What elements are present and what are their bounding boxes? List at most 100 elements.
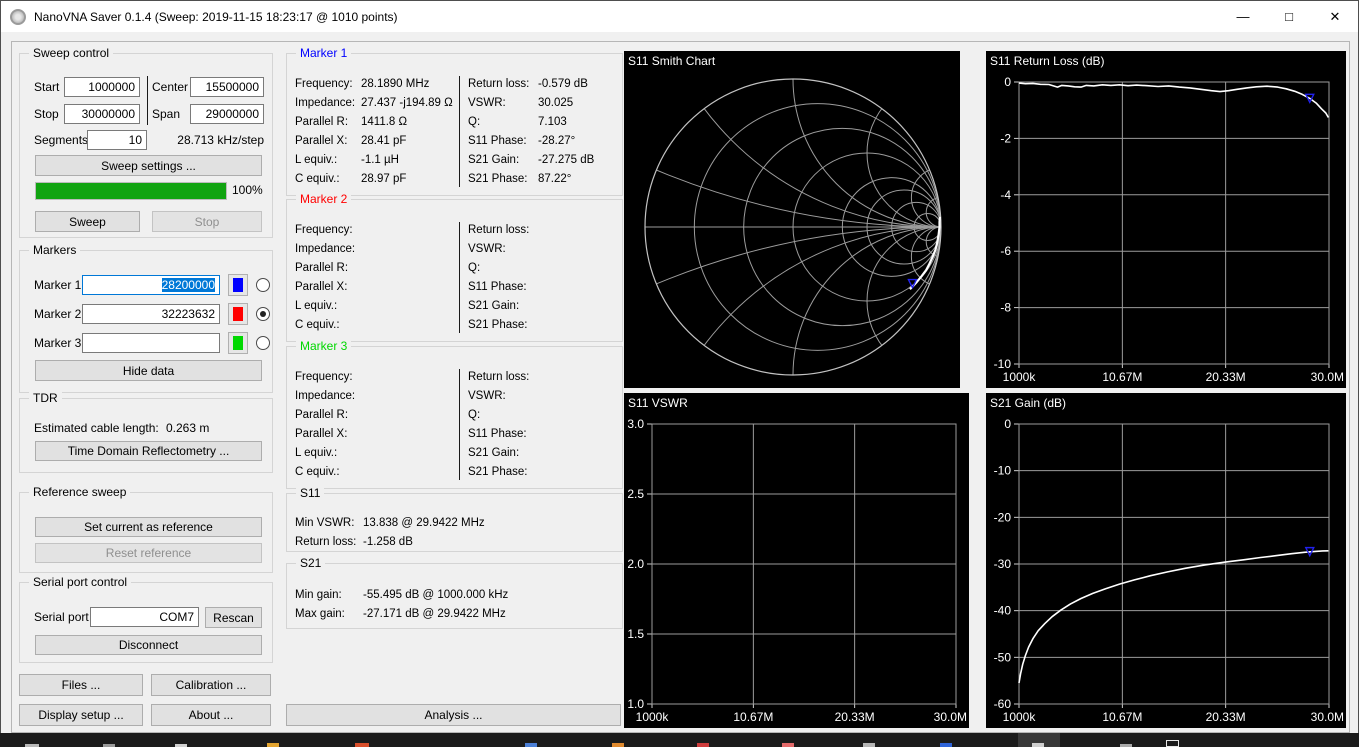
marker1-color-swatch[interactable] [228,274,248,296]
marker1-color-chip [233,278,243,292]
taskbar-icon-fragment[interactable] [940,743,952,747]
window-title: NanoVNA Saver 0.1.4 (Sweep: 2019-11-15 1… [34,9,398,24]
y-tick-label: 1.5 [627,627,644,641]
tdr-group: TDR Estimated cable length: 0.263 m Time… [19,391,273,473]
marker-info-row: VSWR: [468,243,506,255]
taskbar-icon-fragment[interactable] [782,743,794,747]
app-window: NanoVNA Saver 0.1.4 (Sweep: 2019-11-15 1… [0,0,1359,733]
gain-chart-svg: S21 Gain (dB) 0 -10 -20 -30 -40 -50 -601000k 10.… [986,393,1346,728]
marker-info-row: S11 Phase: [468,281,527,293]
stop-input[interactable] [64,104,140,124]
marker1-radio[interactable] [256,278,270,292]
serial-port-title: Serial port control [29,575,132,589]
tdr-button[interactable]: Time Domain Reflectometry ... [35,441,262,461]
markers-group: Markers Marker 1 28200000 Marker 2 Marke… [19,243,273,393]
center-input[interactable] [190,77,264,97]
disconnect-button[interactable]: Disconnect [35,635,262,655]
marker-info-row: Impedance: 27.437 -j194.89 Ω [295,97,453,109]
screen: NanoVNA Saver 0.1.4 (Sweep: 2019-11-15 1… [0,0,1359,747]
calibration-button[interactable]: Calibration ... [151,674,271,696]
gain-chart[interactable]: S21 Gain (dB) 0 -10 -20 -30 -40 -50 -60 1000k 10.… [986,393,1346,728]
marker2-info-box: Marker 2 Frequency: Impedance: Parallel R:… [286,192,623,342]
taskbar-icon-fragment[interactable] [1032,743,1044,747]
y-tick-label: -60 [994,697,1012,711]
marker-info-divider [459,222,460,333]
s21-info-title: S21 [296,556,326,570]
y-tick-label: -20 [994,510,1012,524]
info-row: Max gain: -27.171 dB @ 29.9422 MHz [295,608,506,620]
tdr-title: TDR [29,391,62,405]
taskbar-icon-fragment[interactable] [612,743,624,747]
y-tick-label: -50 [994,650,1012,664]
marker3-color-swatch[interactable] [228,332,248,354]
stop-button[interactable]: Stop [152,211,262,232]
sweep-settings-button[interactable]: Sweep settings ... [35,155,262,176]
marker3-radio[interactable] [256,336,270,350]
marker-info-row: S21 Gain: [468,447,520,459]
y-tick-label: 3.0 [627,417,644,431]
chart-title: S21 Gain (dB) [990,396,1066,410]
return-loss-chart[interactable]: S11 Return Loss (dB) 0 -2 -4 -6 -8 -10 1000k 10.… [986,51,1346,388]
start-input[interactable] [64,77,140,97]
files-button[interactable]: Files ... [19,674,143,696]
serial-port-input[interactable] [90,607,199,627]
marker3-frequency-input[interactable] [82,333,220,353]
taskbar-icon[interactable] [1166,740,1179,747]
marker1-frequency-input[interactable]: 28200000 [82,275,220,295]
vswr-chart[interactable]: S11 VSWR 3.0 2.5 2.0 1.5 1.0 1000k 10.67M 20.33M… [624,393,969,728]
s11-info-title: S11 [296,486,325,500]
taskbar[interactable] [0,733,1359,747]
reset-reference-button[interactable]: Reset reference [35,543,262,563]
close-button[interactable]: ✕ [1312,1,1358,32]
rescan-button[interactable]: Rescan [205,607,262,628]
y-tick-label: -8 [1000,301,1011,315]
start-label: Start [34,80,60,94]
taskbar-icon-fragment[interactable] [355,743,369,747]
y-tick-label: -10 [994,357,1012,371]
smith-chart[interactable]: S11 Smith Chart [624,51,960,388]
s11-info-box: S11 Min VSWR: 13.838 @ 29.9422 MHz Return … [286,486,623,552]
x-tick-label: 10.67M [1102,710,1142,724]
marker-info-row: Impedance: [295,243,356,255]
maximize-button[interactable]: □ [1266,1,1312,32]
x-tick-label: 10.67M [1102,370,1142,384]
taskbar-icon-fragment[interactable] [267,743,279,747]
marker3-info-title: Marker 3 [296,339,352,353]
marker-info-row: S21 Phase: [468,466,528,478]
marker2-color-swatch[interactable] [228,303,248,325]
marker-info-row: L equiv.: -1.1 µH [295,154,399,166]
marker-info-row: Impedance: [295,390,356,402]
marker-info-row: S11 Phase: -28.27° [468,135,576,147]
taskbar-icon-fragment[interactable] [863,743,875,747]
marker-info-row: Q: 7.103 [468,116,567,128]
span-input[interactable] [190,104,264,124]
set-reference-button[interactable]: Set current as reference [35,517,262,537]
y-tick-label: 2.0 [627,557,644,571]
marker1-label: Marker 1 [34,278,82,292]
marker2-info-title: Marker 2 [296,192,352,206]
vswr-chart-svg: S11 VSWR 3.0 2.5 2.0 1.5 1.01000k 10.67M 20.33M… [624,393,969,728]
sweep-button[interactable]: Sweep [35,211,140,232]
y-tick-label: 0 [1004,75,1011,89]
sweep-control-group: Sweep control Start Center Stop Span Seg… [19,46,273,238]
analysis-button[interactable]: Analysis ... [286,704,621,726]
marker-info-row: C equiv.: [295,319,340,331]
minimize-button[interactable]: — [1220,1,1266,32]
about-button[interactable]: About ... [151,704,271,726]
hide-data-button[interactable]: Hide data [35,360,262,381]
marker-info-row: Return loss: [468,371,530,383]
serial-port-group: Serial port control Serial port Rescan D… [19,575,273,663]
progress-percent: 100% [232,183,263,197]
marker-info-row: VSWR: [468,390,506,402]
taskbar-icon-fragment[interactable] [697,743,709,747]
marker2-radio[interactable] [256,307,270,321]
info-row: Min gain: -55.495 dB @ 1000.000 kHz [295,589,509,601]
segments-label: Segments [34,133,89,147]
segments-input[interactable] [87,130,147,150]
sweep-control-title: Sweep control [29,46,114,60]
y-tick-label: -2 [1000,131,1011,145]
marker2-frequency-input[interactable] [82,304,220,324]
display-setup-button[interactable]: Display setup ... [19,704,143,726]
taskbar-icon-fragment[interactable] [525,743,537,747]
chart-title: S11 Return Loss (dB) [990,54,1105,68]
